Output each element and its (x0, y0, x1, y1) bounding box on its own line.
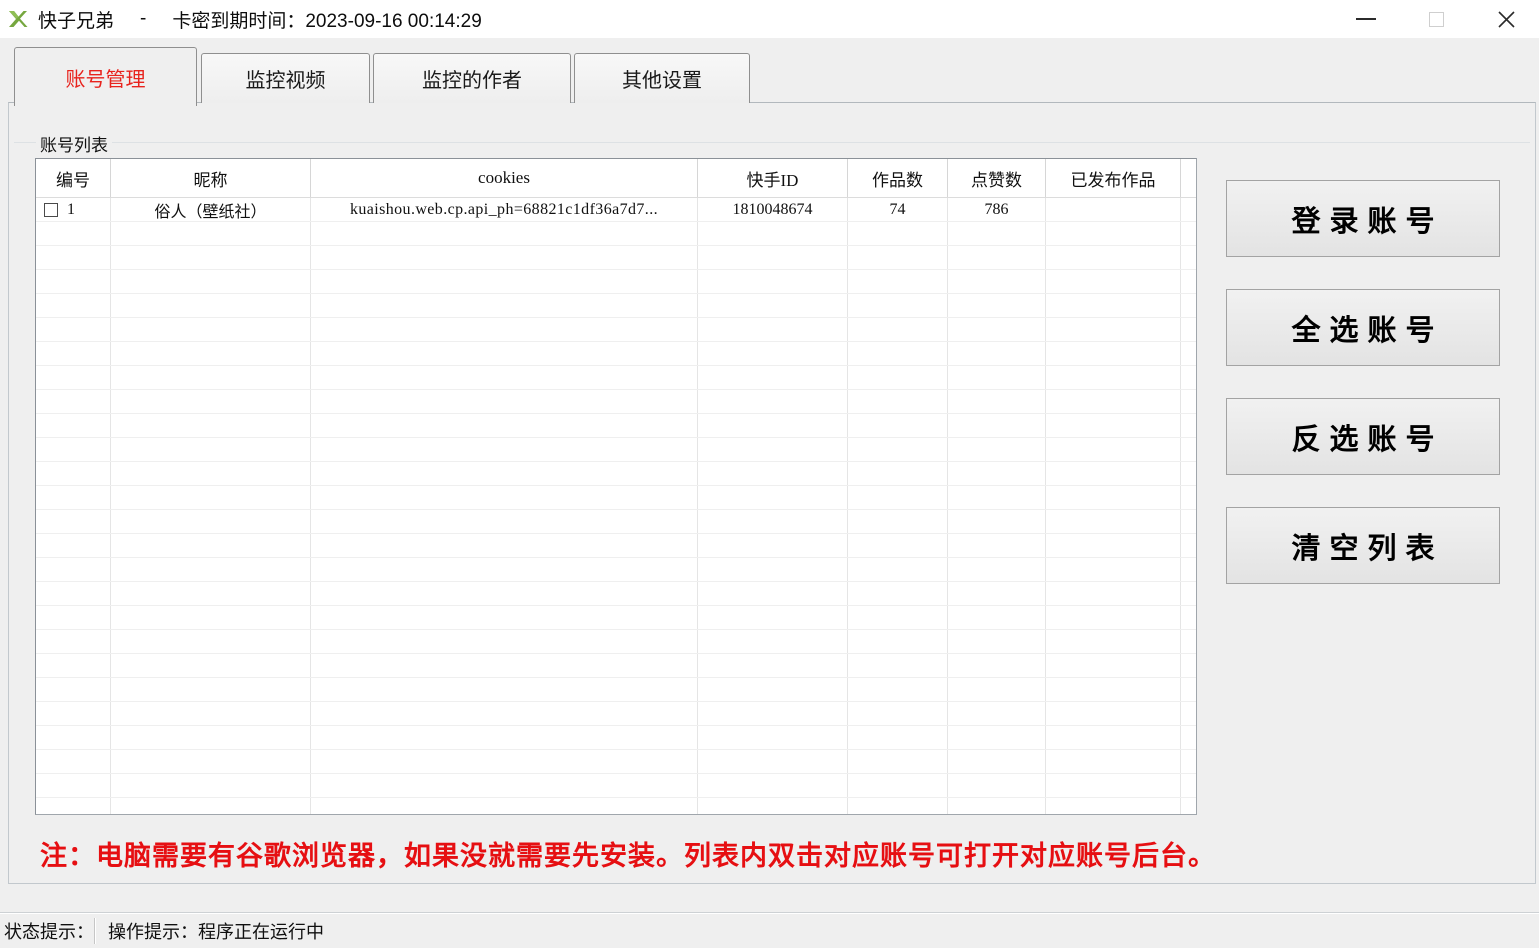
table-empty-row (36, 654, 1196, 678)
table-empty-row (36, 582, 1196, 606)
table-empty-row (36, 534, 1196, 558)
table-empty-row (36, 606, 1196, 630)
tab-account-management[interactable]: 账号管理 (14, 47, 197, 106)
tab-label: 其他设置 (622, 64, 702, 93)
row-select-checkbox[interactable] (44, 203, 58, 217)
table-empty-row (36, 318, 1196, 342)
maximize-icon (1429, 12, 1444, 27)
tab-label: 监控的作者 (422, 64, 522, 93)
close-icon (1498, 11, 1515, 28)
column-header-filler (1181, 159, 1196, 197)
row-nickname: 俗人（壁纸社） (111, 198, 311, 221)
column-header-published[interactable]: 已发布作品 (1046, 159, 1181, 197)
table-empty-row (36, 510, 1196, 534)
clear-list-button[interactable]: 清空列表 (1226, 507, 1500, 584)
operation-status-text: 操作提示：程序正在运行中 (108, 918, 324, 944)
account-table[interactable]: 编号 昵称 cookies 快手ID 作品数 点赞数 已发布作品 1 俗人（壁纸… (35, 158, 1197, 815)
table-empty-rows (36, 222, 1196, 815)
column-header-kuaishou-id[interactable]: 快手ID (698, 159, 848, 197)
row-likes-count: 786 (948, 198, 1046, 221)
table-empty-row (36, 294, 1196, 318)
notice-text: 注：电脑需要有谷歌浏览器，如果没就需要先安装。列表内双击对应账号可打开对应账号后… (40, 834, 1520, 873)
row-cookies: kuaishou.web.cp.api_ph=68821c1df36a7d7..… (311, 198, 698, 221)
app-title: 快子兄弟 (38, 6, 114, 33)
table-empty-row (36, 438, 1196, 462)
row-kuaishou-id: 1810048674 (698, 198, 848, 221)
table-empty-row (36, 486, 1196, 510)
table-empty-row (36, 342, 1196, 366)
column-header-nickname[interactable]: 昵称 (111, 159, 311, 197)
select-all-accounts-button[interactable]: 全选账号 (1226, 289, 1500, 366)
license-expiry-text: 卡密到期时间：2023-09-16 00:14:29 (172, 6, 481, 33)
maximize-button[interactable] (1413, 0, 1459, 38)
table-empty-row (36, 558, 1196, 582)
table-empty-row (36, 678, 1196, 702)
table-empty-row (36, 246, 1196, 270)
tab-label: 账号管理 (66, 63, 146, 92)
tab-other-settings[interactable]: 其他设置 (574, 53, 750, 103)
app-logo-icon (6, 7, 30, 31)
table-header-row: 编号 昵称 cookies 快手ID 作品数 点赞数 已发布作品 (36, 159, 1196, 198)
table-empty-row (36, 390, 1196, 414)
table-empty-row (36, 774, 1196, 798)
table-empty-row (36, 702, 1196, 726)
app-window: 快子兄弟 - 卡密到期时间：2023-09-16 00:14:29 账号管理 监… (0, 0, 1539, 948)
title-separator: - (140, 8, 146, 30)
table-empty-row (36, 462, 1196, 486)
row-published (1046, 198, 1181, 221)
status-label: 状态提示： (0, 918, 94, 944)
minimize-button[interactable] (1343, 0, 1389, 38)
column-header-cookies[interactable]: cookies (311, 159, 698, 197)
close-button[interactable] (1483, 0, 1529, 38)
table-empty-row (36, 414, 1196, 438)
status-bar: 状态提示： 操作提示：程序正在运行中 (0, 912, 1539, 948)
table-empty-row (36, 726, 1196, 750)
row-number: 1 (67, 201, 75, 219)
column-header-works-count[interactable]: 作品数 (848, 159, 948, 197)
row-works-count: 74 (848, 198, 948, 221)
tab-monitored-authors[interactable]: 监控的作者 (373, 53, 571, 103)
column-header-likes-count[interactable]: 点赞数 (948, 159, 1046, 197)
minimize-icon (1356, 18, 1376, 20)
invert-selection-button[interactable]: 反选账号 (1226, 398, 1500, 475)
groupbox-border (14, 142, 1530, 143)
tab-monitor-videos[interactable]: 监控视频 (201, 53, 370, 103)
table-empty-row (36, 270, 1196, 294)
titlebar: 快子兄弟 - 卡密到期时间：2023-09-16 00:14:29 (0, 0, 1539, 38)
table-row[interactable]: 1 俗人（壁纸社） kuaishou.web.cp.api_ph=68821c1… (36, 198, 1196, 222)
table-empty-row (36, 750, 1196, 774)
table-empty-row (36, 366, 1196, 390)
login-account-button[interactable]: 登录账号 (1226, 180, 1500, 257)
row-filler (1181, 198, 1196, 221)
table-empty-row (36, 222, 1196, 246)
status-separator (94, 918, 96, 944)
groupbox-label: 账号列表 (36, 131, 112, 156)
column-header-number[interactable]: 编号 (36, 159, 111, 197)
tab-label: 监控视频 (246, 64, 326, 93)
table-empty-row (36, 798, 1196, 815)
table-empty-row (36, 630, 1196, 654)
